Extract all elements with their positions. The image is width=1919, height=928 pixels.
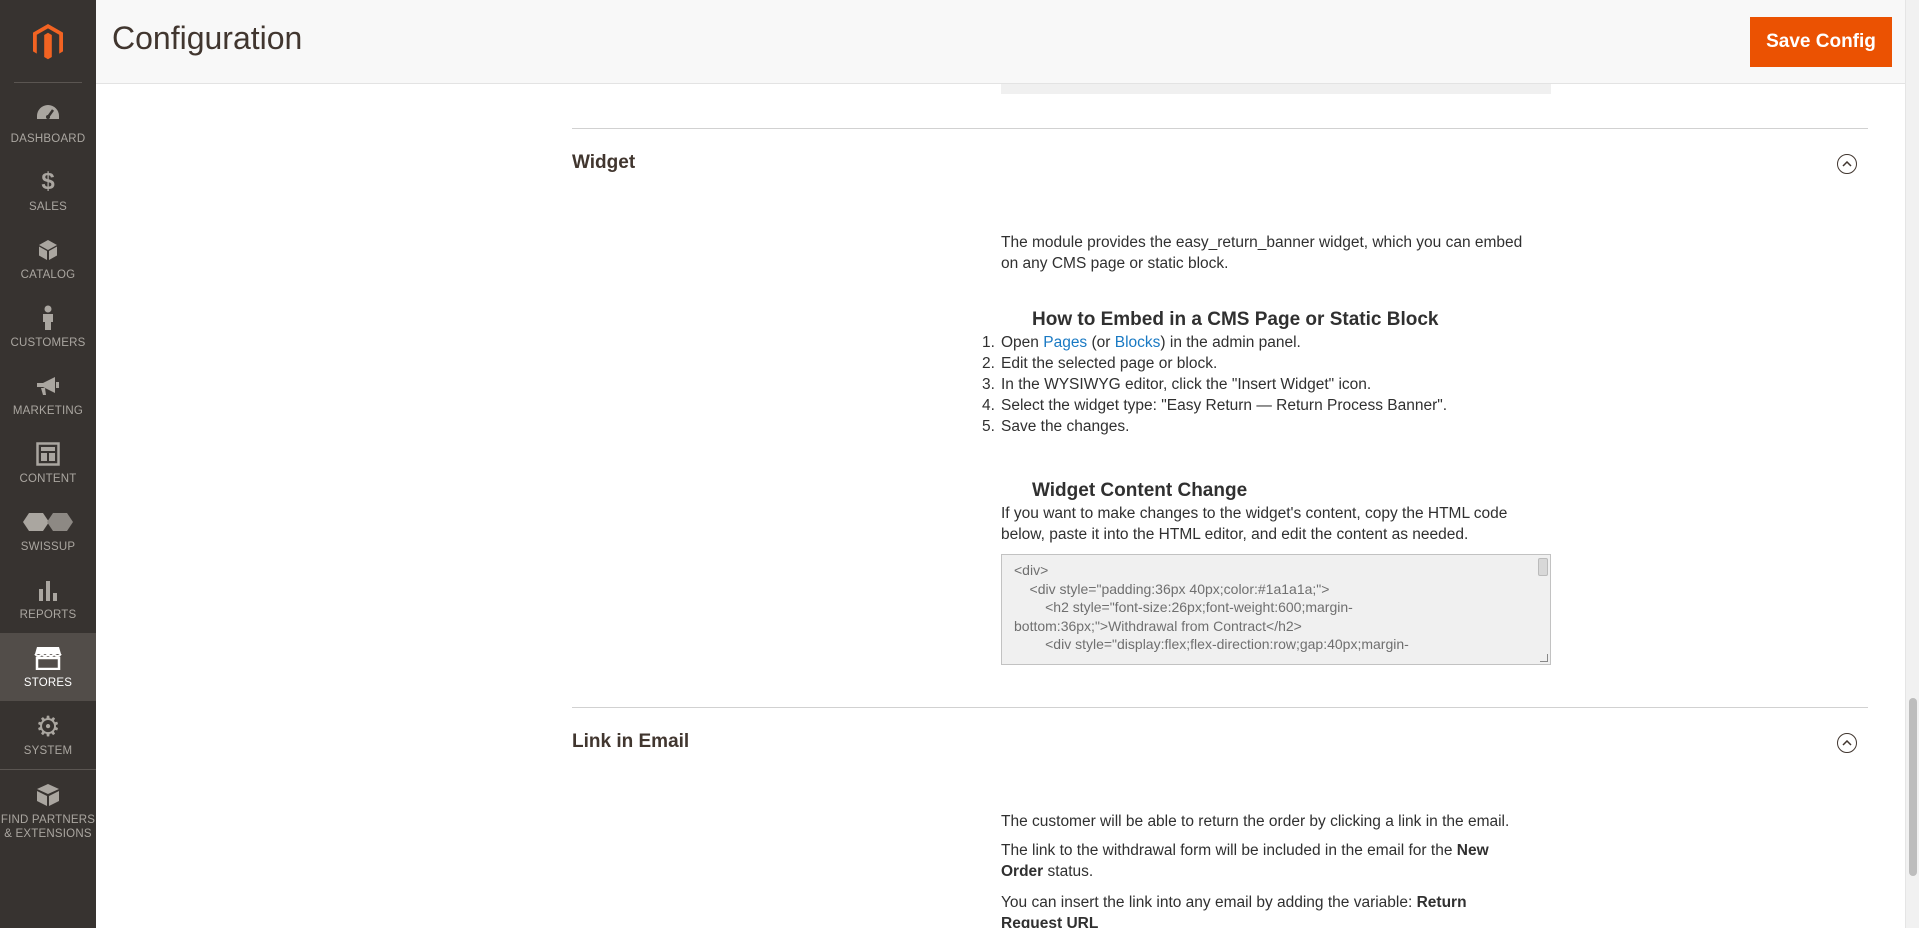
- link-email-p3: You can insert the link into any email b…: [1001, 894, 1467, 928]
- link-email-collapse-icon[interactable]: [1837, 733, 1857, 753]
- pages-link[interactable]: Pages: [1043, 334, 1087, 351]
- person-icon: [34, 304, 62, 332]
- sidebar-item-system[interactable]: ⚙ SYSTEM: [0, 701, 96, 769]
- link-email-p1: The customer will be able to return the …: [1001, 813, 1510, 830]
- sidebar-nav: DASHBOARD $ SALES CATALOG CUSTOMERS MARK…: [0, 89, 96, 851]
- sidebar-item-label: SYSTEM: [23, 745, 73, 757]
- list-item: 5. Save the changes.: [982, 418, 1130, 435]
- widget-change-heading: Widget Content Change: [1032, 480, 1248, 501]
- widget-html-textarea[interactable]: <div> <div style="padding:36px 40px;colo…: [1001, 554, 1551, 665]
- embed-steps-list: 1. Open Pages (or Blocks) in the admin pa…: [982, 332, 1582, 437]
- textarea-scroll-thumb[interactable]: [1538, 558, 1548, 576]
- sidebar-item-catalog[interactable]: CATALOG: [0, 225, 96, 293]
- sidebar-item-sales[interactable]: $ SALES: [0, 157, 96, 225]
- page-scrollbar[interactable]: [1905, 0, 1919, 928]
- link-email-section-title[interactable]: Link in Email: [572, 731, 689, 753]
- gear-icon: ⚙: [35, 710, 61, 742]
- save-config-button[interactable]: Save Config: [1750, 17, 1892, 67]
- widget-change-text: If you want to make changes to the widge…: [1001, 505, 1508, 543]
- sidebar-item-content[interactable]: CONTENT: [0, 429, 96, 497]
- sidebar-item-dashboard[interactable]: DASHBOARD: [0, 89, 96, 157]
- widget-collapse-icon[interactable]: [1837, 154, 1857, 174]
- sidebar-item-find-partners[interactable]: FIND PARTNERS & EXTENSIONS: [0, 769, 96, 851]
- sidebar-item-label: CATALOG: [20, 269, 76, 281]
- sidebar-item-label: SWISSUP: [20, 541, 76, 553]
- widget-section-title[interactable]: Widget: [572, 152, 635, 174]
- layout-icon: [34, 440, 62, 468]
- megaphone-icon: [34, 372, 62, 400]
- page-title: Configuration: [112, 20, 303, 56]
- sidebar-item-label: STORES: [23, 677, 73, 689]
- section-divider: [572, 128, 1868, 129]
- textarea-resize-handle[interactable]: [1540, 654, 1548, 662]
- bar-chart-icon: [34, 576, 62, 604]
- sidebar-item-reports[interactable]: REPORTS: [0, 565, 96, 633]
- embed-heading: How to Embed in a CMS Page or Static Blo…: [1032, 309, 1439, 330]
- sidebar-item-label: SALES: [28, 201, 68, 213]
- sidebar-item-label: CONTENT: [19, 473, 77, 485]
- blocks-link[interactable]: Blocks: [1115, 334, 1161, 351]
- previous-field-bottom: [1001, 84, 1551, 94]
- sidebar-item-label: FIND PARTNERS & EXTENSIONS: [0, 813, 96, 840]
- list-item: 1. Open Pages (or Blocks) in the admin pa…: [982, 334, 1301, 351]
- dashboard-icon: [34, 100, 62, 128]
- list-item: 3. In the WYSIWYG editor, click the "Inse…: [982, 376, 1372, 393]
- sidebar-item-customers[interactable]: CUSTOMERS: [0, 293, 96, 361]
- sidebar-divider: [14, 82, 82, 83]
- sidebar-item-label: REPORTS: [19, 609, 77, 621]
- sidebar-item-label: MARKETING: [12, 405, 84, 417]
- page-header: Configuration Save Config: [96, 0, 1919, 84]
- list-item: 2. Edit the selected page or block.: [982, 355, 1218, 372]
- magento-logo[interactable]: [0, 0, 96, 83]
- sidebar-item-label: DASHBOARD: [10, 133, 86, 145]
- sidebar-item-swissup[interactable]: SWISSUP: [0, 497, 96, 565]
- cube-icon: [34, 236, 62, 264]
- main-content: Widget The module provides the easy_retu…: [96, 84, 1905, 928]
- dollar-icon: $: [41, 168, 55, 195]
- page-scroll-thumb[interactable]: [1909, 698, 1917, 876]
- swissup-icon: [22, 508, 74, 536]
- admin-sidebar: DASHBOARD $ SALES CATALOG CUSTOMERS MARK…: [0, 0, 96, 928]
- sidebar-item-stores[interactable]: STORES: [0, 633, 96, 701]
- sidebar-item-marketing[interactable]: MARKETING: [0, 361, 96, 429]
- link-email-p2: The link to the withdrawal form will be …: [1001, 842, 1489, 880]
- store-icon: [34, 644, 62, 672]
- widget-intro: The module provides the easy_return_bann…: [1001, 234, 1523, 272]
- section-divider: [572, 707, 1868, 708]
- blocks-icon: [34, 781, 62, 809]
- list-item: 4. Select the widget type: "Easy Return —…: [982, 397, 1448, 414]
- sidebar-item-label: CUSTOMERS: [10, 337, 86, 349]
